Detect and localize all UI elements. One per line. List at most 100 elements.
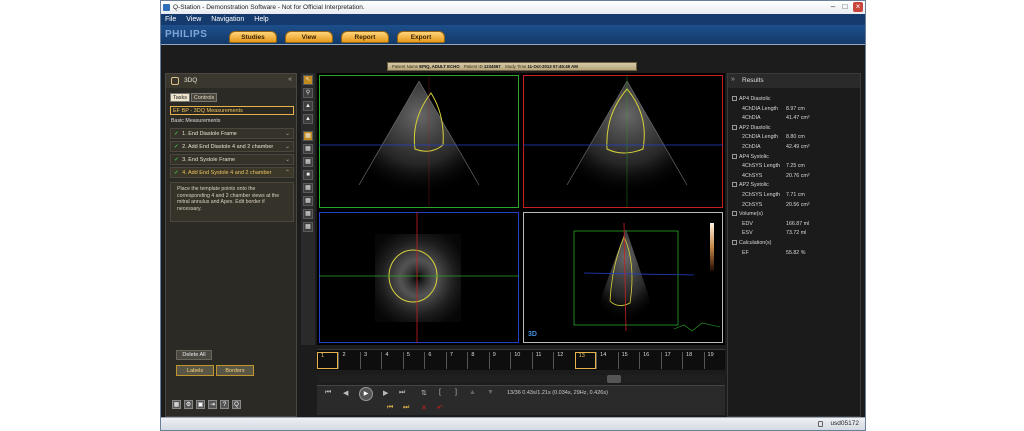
collapse-box-icon[interactable] [732, 182, 737, 188]
clear-icon[interactable]: ✕ [421, 404, 427, 412]
frame-thumb[interactable]: 9 [488, 352, 510, 369]
frame-thumb[interactable]: 10 [510, 352, 531, 369]
timeline-scrollbar[interactable] [317, 375, 725, 383]
expand-icon[interactable]: ⌄ [285, 142, 290, 152]
tab-report[interactable]: Report [341, 31, 389, 43]
loop-icon[interactable]: ⇅ [421, 389, 427, 397]
frame-thumb[interactable]: 11 [531, 352, 553, 369]
delete-all-button[interactable]: Delete All [176, 350, 212, 360]
layout-row-icon[interactable]: ▦ [303, 183, 313, 193]
layout-single-icon[interactable]: ■ [303, 170, 313, 180]
menu-navigation[interactable]: Navigation [207, 14, 248, 25]
frame-thumb[interactable]: 12 [553, 352, 574, 369]
patient-name-label: Patient Name [392, 64, 419, 69]
collapse-box-icon[interactable] [732, 124, 737, 130]
result-group[interactable]: Calculation(s) [732, 240, 858, 246]
timeline-scroll-thumb[interactable] [607, 375, 621, 383]
frame-thumb[interactable]: 7 [445, 352, 467, 369]
export-icon[interactable]: ⇥ [208, 400, 217, 409]
study-time: 11-Oct-2013 07:45:49 AM [527, 64, 578, 69]
close-button[interactable]: × [853, 2, 863, 12]
minimize-button[interactable]: – [828, 2, 838, 12]
tab-tasks[interactable]: Tasks [170, 93, 190, 102]
orientation-icon[interactable]: ▲ [303, 101, 313, 111]
frame-thumb[interactable]: 4 [381, 352, 402, 369]
previous-frame-icon[interactable]: ◀ [343, 389, 348, 397]
protocol-selector[interactable]: EF BP - 3DQ Measurements [170, 106, 294, 115]
frame-thumb[interactable]: 3 [359, 352, 381, 369]
task-end-diastole-frame[interactable]: ✓ 1. End Diastole Frame ⌄ [170, 128, 294, 139]
frame-thumb[interactable]: 5 [402, 352, 424, 369]
frame-thumb[interactable]: 16 [639, 352, 660, 369]
go-ed-icon[interactable]: ⏮ [387, 404, 393, 412]
frame-thumb[interactable]: 14 [596, 352, 617, 369]
tab-controls[interactable]: Controls [191, 93, 217, 102]
result-group[interactable]: AP4 Systolic [732, 153, 858, 160]
collapse-right-icon[interactable]: » [731, 76, 735, 83]
collapse-left-icon[interactable]: « [288, 76, 292, 83]
viewport-3d[interactable]: 3D [523, 212, 723, 343]
frame-thumb[interactable]: 6 [424, 352, 445, 369]
task-add-end-diastole[interactable]: ✓ 2. Add End Diastole 4 and 2 chamber ⌄ [170, 141, 294, 152]
pointer-icon[interactable]: ↖ [303, 75, 313, 85]
frame-thumb[interactable]: 8 [467, 352, 488, 369]
menu-file[interactable]: File [161, 14, 180, 25]
result-group[interactable]: AP4 Diastolic [732, 96, 858, 102]
mark-start-icon[interactable]: [ [439, 389, 441, 396]
patient-id: 1234567 [483, 64, 501, 69]
check-icon: ✓ [174, 157, 179, 163]
frame-thumb[interactable]: 1 [317, 352, 339, 369]
collapse-box-icon[interactable] [732, 153, 737, 159]
layout-2x2-icon[interactable]: ▦ [303, 144, 313, 154]
go-es-icon[interactable]: ⏭ [403, 404, 409, 412]
qlab-icon[interactable]: Q [232, 400, 241, 409]
expand-icon[interactable]: ⌄ [285, 155, 290, 165]
tab-studies[interactable]: Studies [229, 31, 277, 43]
tools-icon[interactable]: ⚙ [184, 400, 193, 409]
last-frame-icon[interactable]: ⏭ [399, 389, 405, 397]
frame-thumb[interactable]: 18 [682, 352, 703, 369]
task-end-systole-frame[interactable]: ✓ 3. End Systole Frame ⌄ [170, 154, 294, 165]
frame-thumb[interactable]: 2 [338, 352, 359, 369]
layout-alt-icon[interactable]: ▦ [303, 209, 313, 219]
zoom-icon[interactable]: ⚲ [303, 88, 313, 98]
task-add-end-systole[interactable]: ✓ 4. Add End Systole 4 and 2 chamber ⌃ [170, 167, 294, 178]
step-down-icon[interactable]: ▼ [487, 389, 494, 396]
collapse-icon[interactable]: ⌃ [285, 168, 290, 178]
viewport-4ch[interactable] [319, 75, 519, 208]
layout-strip-icon[interactable]: ▦ [303, 222, 313, 232]
help-icon[interactable]: ? [220, 400, 229, 409]
frame-thumb[interactable]: 15 [617, 352, 639, 369]
layout-col-icon[interactable]: ▦ [303, 196, 313, 206]
collapse-box-icon[interactable] [732, 96, 737, 101]
result-group[interactable]: AP2 Diastolic [732, 124, 858, 131]
layout-3x3-icon[interactable]: ▦ [303, 157, 313, 167]
save-icon[interactable]: ▣ [196, 400, 205, 409]
labels-button[interactable]: Labels [176, 365, 214, 376]
menu-view[interactable]: View [182, 14, 205, 25]
frame-thumb[interactable]: 19 [703, 352, 725, 369]
tab-export[interactable]: Export [397, 31, 445, 43]
step-up-icon[interactable]: ▲ [469, 389, 476, 396]
menu-help[interactable]: Help [250, 14, 272, 25]
result-group[interactable]: Volume(s) [732, 211, 858, 217]
play-button[interactable]: ▶ [359, 387, 373, 401]
grid-icon[interactable]: ▦ [172, 400, 181, 409]
frame-thumb[interactable]: 13 [574, 352, 597, 369]
frame-thumb[interactable]: 17 [660, 352, 682, 369]
next-frame-icon[interactable]: ▶ [383, 389, 388, 397]
mark-end-icon[interactable]: ] [455, 389, 457, 396]
tab-view[interactable]: View [285, 31, 333, 43]
first-frame-icon[interactable]: ⏮ [325, 389, 331, 397]
maximize-button[interactable]: □ [840, 2, 850, 12]
viewport-2ch[interactable] [523, 75, 723, 208]
expand-icon[interactable]: ⌄ [285, 129, 290, 139]
viewport-short-axis[interactable] [319, 212, 519, 343]
collapse-box-icon[interactable] [732, 240, 737, 245]
layout-quad-icon[interactable]: ▦ [303, 131, 313, 141]
collapse-box-icon[interactable] [732, 211, 737, 217]
undo-icon[interactable]: ↶ [437, 404, 443, 412]
borders-button[interactable]: Borders [216, 365, 254, 376]
result-group[interactable]: AP2 Systolic [732, 182, 858, 188]
crop-icon[interactable]: ▲ [303, 114, 313, 124]
